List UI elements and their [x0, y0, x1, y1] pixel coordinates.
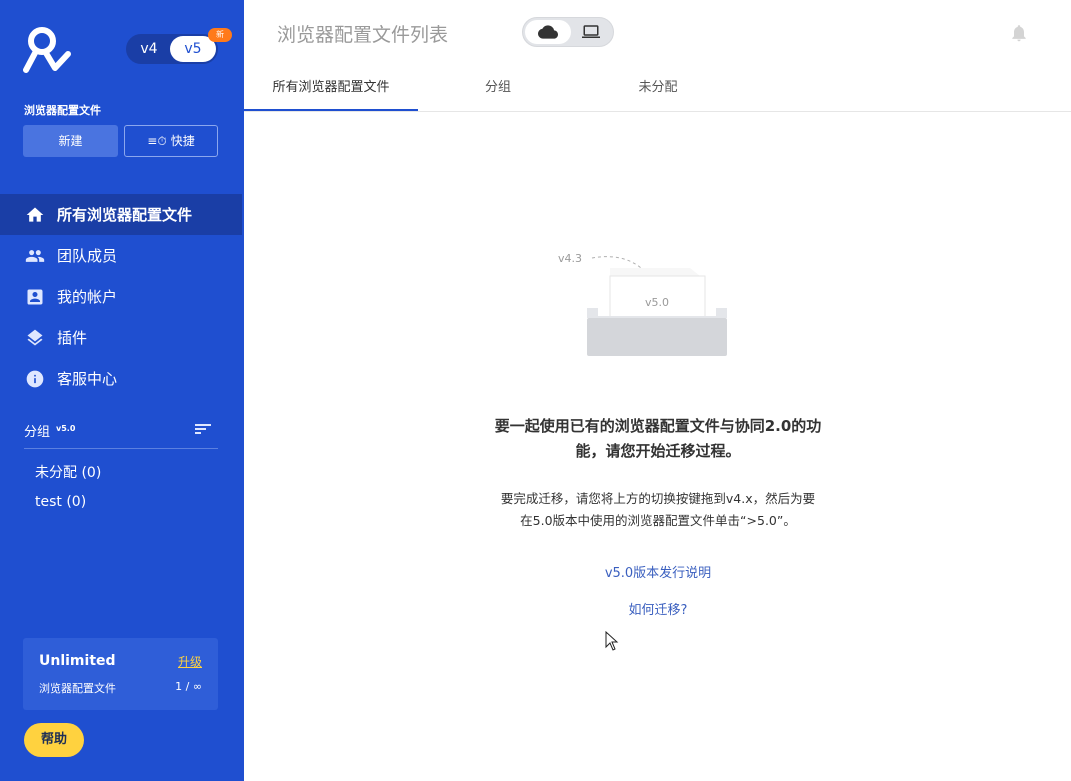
subtext-line-2: 在5.0版本中使用的浏览器配置文件单击“>5.0”。	[520, 513, 796, 528]
empty-state-message: 要一起使用已有的浏览器配置文件与协同2.0的功 能，请您开始迁移过程。	[470, 414, 846, 464]
group-item-unassigned[interactable]: 未分配 (0)	[35, 462, 101, 482]
plan-box: Unlimited 升级 浏览器配置文件 1 / ∞	[23, 638, 218, 710]
notification-bell-icon[interactable]	[1009, 22, 1029, 44]
sidebar-item-all-profiles[interactable]: 所有浏览器配置文件	[0, 194, 242, 235]
groups-label: 分组	[24, 425, 51, 440]
home-icon	[24, 204, 46, 226]
migration-illustration: v4.3 v5.0	[558, 252, 727, 356]
how-to-migrate-link[interactable]: 如何迁移?	[555, 599, 761, 618]
illustration-from-label: v4.3	[558, 252, 582, 265]
plan-name: Unlimited	[39, 653, 116, 669]
help-button[interactable]: 帮助	[24, 723, 84, 757]
page-title: 浏览器配置文件列表	[277, 24, 449, 46]
groups-version-tag: v5.0	[56, 424, 76, 433]
sidebar-item-label: 客服中心	[57, 370, 118, 388]
sidebar: v4 v5 新 浏览器配置文件 新建 ≡⏱ 快捷 所有浏览器配置文件 团队成员 我…	[0, 0, 244, 781]
people-icon	[24, 245, 46, 267]
sidebar-item-label: 插件	[57, 329, 88, 347]
sidebar-item-label: 所有浏览器配置文件	[57, 206, 193, 224]
tab-all-profiles[interactable]: 所有浏览器配置文件	[244, 66, 418, 111]
plan-profiles-count: 1 / ∞	[175, 680, 202, 693]
release-notes-link[interactable]: v5.0版本发行说明	[555, 562, 761, 581]
tab-unassigned[interactable]: 未分配	[620, 66, 696, 111]
message-line-1: 要一起使用已有的浏览器配置文件与协同2.0的功	[494, 417, 822, 435]
group-item-test[interactable]: test (0)	[35, 494, 86, 510]
brand-logo[interactable]	[22, 24, 72, 74]
tabs: 所有浏览器配置文件 分组 未分配	[244, 66, 1071, 112]
illustration-to-label: v5.0	[645, 296, 669, 309]
account-box-icon	[24, 286, 46, 308]
sidebar-item-plugins[interactable]: 插件	[0, 317, 244, 358]
groups-header: 分组 v5.0	[24, 419, 218, 449]
sidebar-item-team-members[interactable]: 团队成员	[0, 235, 244, 276]
tab-groups[interactable]: 分组	[460, 66, 536, 111]
version-v4-option[interactable]: v4	[126, 34, 172, 64]
local-option[interactable]	[569, 20, 613, 44]
layers-icon	[24, 327, 46, 349]
laptop-icon	[582, 25, 600, 38]
sidebar-item-my-account[interactable]: 我的帐户	[0, 276, 244, 317]
profiles-section-title: 浏览器配置文件	[24, 104, 101, 117]
upgrade-link[interactable]: 升级	[178, 653, 202, 670]
sidebar-item-label: 团队成员	[57, 247, 118, 265]
mouse-cursor-icon	[605, 631, 619, 651]
new-badge: 新	[208, 28, 232, 42]
empty-state-subtext: 要完成迁移，请您将上方的切换按键拖到v4.x，然后为要 在5.0版本中使用的浏览…	[470, 488, 846, 532]
quick-profile-button[interactable]: ≡⏱ 快捷	[124, 125, 218, 157]
stopwatch-icon: ≡⏱	[147, 134, 167, 148]
cloud-icon	[538, 25, 558, 39]
sidebar-item-label: 我的帐户	[57, 288, 118, 306]
cloud-option[interactable]	[525, 20, 571, 44]
subtext-line-1: 要完成迁移，请您将上方的切换按键拖到v4.x，然后为要	[500, 491, 816, 506]
storage-toggle[interactable]	[522, 17, 614, 47]
sort-icon[interactable]	[194, 421, 212, 437]
info-icon	[24, 368, 46, 390]
plan-profiles-label: 浏览器配置文件	[39, 682, 116, 695]
new-profile-button[interactable]: 新建	[23, 125, 118, 157]
quick-button-label: 快捷	[170, 134, 195, 148]
version-toggle[interactable]: v4 v5	[126, 34, 218, 64]
sidebar-nav: 所有浏览器配置文件 团队成员 我的帐户 插件 客服中心	[0, 194, 244, 399]
message-line-2: 能，请您开始迁移过程。	[575, 442, 741, 460]
sidebar-item-support-center[interactable]: 客服中心	[0, 358, 244, 399]
